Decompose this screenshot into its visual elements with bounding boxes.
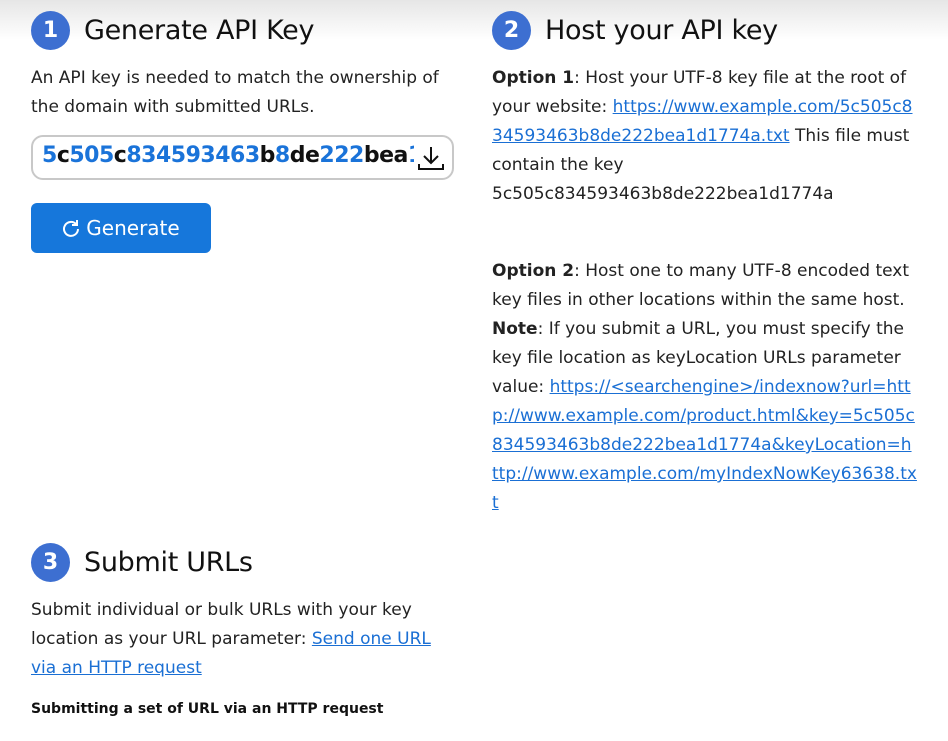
api-key-char: 9 [185, 143, 201, 168]
step2-section: 2 Host your API key Option 1: Host your U… [492, 10, 922, 518]
api-key-char: 2 [334, 143, 350, 168]
step1-title: Generate API Key [84, 14, 315, 46]
step1-description: An API key is needed to match the owners… [31, 68, 439, 117]
step3-section: 3 Submit URLs Submit individual or bulk U… [31, 542, 461, 717]
option1-text: Option 1: Host your UTF-8 key file at th… [492, 64, 917, 209]
api-key-char: 4 [215, 143, 231, 168]
indexnow-example-link[interactable]: https://<searchengine>/indexnow?url=http… [492, 377, 917, 513]
step3-description: Submit individual or bulk URLs with your… [31, 596, 459, 683]
api-key-char: 5 [69, 143, 85, 168]
refresh-icon [63, 220, 80, 237]
api-key-char: a [393, 143, 409, 168]
generate-label: Generate [86, 216, 180, 240]
step2-title: Host your API key [545, 14, 778, 46]
api-key-field[interactable]: 5c505c834593463b8de222bea1d1774a [31, 135, 454, 180]
api-key-char: 1 [408, 143, 414, 168]
api-key-char: c [113, 143, 127, 168]
api-key-char: 8 [126, 143, 142, 168]
option2-text: Option 2: Host one to many UTF-8 encoded… [492, 257, 917, 518]
download-icon[interactable] [416, 144, 446, 172]
api-key-char: 5 [170, 143, 186, 168]
generate-button[interactable]: Generate [31, 203, 211, 253]
api-key-char: e [304, 143, 320, 168]
api-key-char: e [379, 143, 394, 168]
api-key-char: 4 [155, 143, 171, 168]
api-key-char: 3 [244, 143, 260, 168]
api-key-char: c [56, 143, 70, 168]
api-key-char: b [259, 143, 276, 168]
option2-label: Option 2 [492, 261, 575, 281]
api-key-char: 5 [42, 143, 57, 168]
api-key-value: 5c505c834593463b8de222bea1d1774a [42, 143, 414, 168]
api-key-char: 0 [84, 143, 99, 168]
api-key-char: 2 [349, 143, 364, 168]
step-number-badge: 1 [31, 10, 70, 50]
api-key-char: 2 [319, 143, 335, 168]
api-key-char: 6 [230, 143, 245, 168]
api-key-char: 8 [274, 143, 290, 168]
api-key-char: 3 [141, 143, 156, 168]
step3-title: Submit URLs [84, 546, 253, 578]
bulk-submit-subheading: Submitting a set of URL via an HTTP requ… [31, 701, 384, 717]
note-label: Note [492, 319, 538, 339]
api-key-char: 3 [200, 143, 216, 168]
step-number-badge: 2 [492, 10, 531, 50]
api-key-char: 5 [98, 143, 114, 168]
step1-section: 1 Generate API Key An API key is needed t… [31, 10, 461, 122]
option1-label: Option 1 [492, 68, 575, 88]
api-key-char: d [289, 143, 306, 168]
api-key-char: b [363, 143, 380, 168]
step-number-badge: 3 [31, 542, 70, 582]
